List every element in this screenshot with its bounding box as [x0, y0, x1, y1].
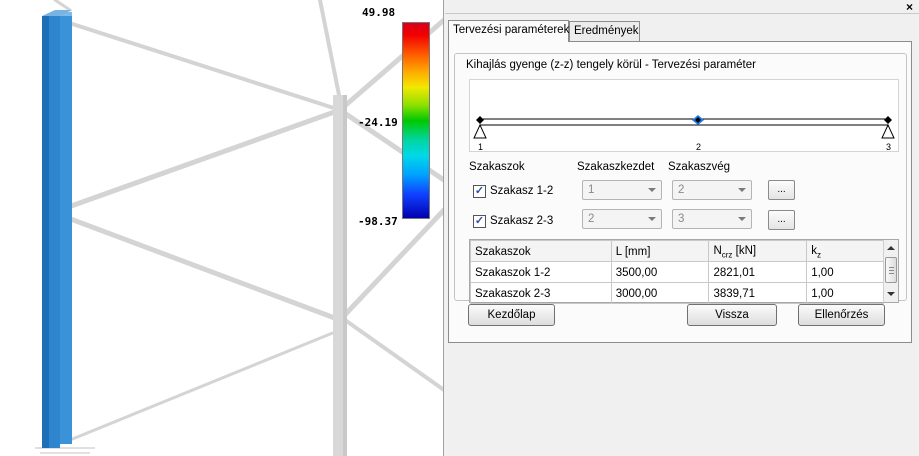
- segment-2-3-end-select[interactable]: 3: [672, 209, 752, 229]
- back-button[interactable]: Vissza: [687, 304, 777, 326]
- model-viewport[interactable]: 49.98 -24.19 -98.37: [0, 0, 444, 456]
- segment-1-2-end-select[interactable]: 2: [672, 180, 752, 200]
- legend-min-label: -98.37: [358, 215, 398, 228]
- design-parameters-panel: × Tervezési paraméterek Eredmények Kihaj…: [445, 0, 919, 456]
- column-header-kz: kz: [806, 240, 884, 262]
- beam-svg: [473, 115, 895, 139]
- scroll-down-icon[interactable]: [887, 292, 895, 296]
- chevron-down-icon: [648, 188, 656, 192]
- cell-kz[interactable]: 1,00: [806, 261, 884, 283]
- segments-table[interactable]: Szakaszok L [mm] Ncrz [kN] kz Szakaszok …: [469, 239, 899, 304]
- cell-length[interactable]: 3500,00: [610, 261, 710, 283]
- segment-1-2-browse-button[interactable]: ...: [768, 180, 795, 200]
- home-button[interactable]: Kezdőlap: [468, 304, 555, 326]
- cell-ncrz[interactable]: 3839,71: [708, 282, 808, 304]
- legend-max-label: 49.98: [362, 6, 396, 19]
- node-label-3: 3: [886, 142, 892, 152]
- table-scrollbar[interactable]: [883, 240, 898, 302]
- tab-design-parameters[interactable]: Tervezési paraméterek: [448, 20, 569, 42]
- cell-length[interactable]: 3000,00: [610, 282, 710, 304]
- legend-mid-label: -24.19: [358, 116, 398, 129]
- support-right-icon: [881, 123, 895, 139]
- table-row[interactable]: Szakaszok 1-2 3500,00 2821,01 1,00: [470, 261, 884, 283]
- group-title: Kihajlás gyenge (z-z) tengely körül - Te…: [464, 59, 758, 71]
- beam-diagram[interactable]: 1 2 3: [469, 79, 899, 152]
- panel-title-bar: ×: [445, 0, 919, 14]
- table-header-row: Szakaszok L [mm] Ncrz [kN] kz: [470, 240, 884, 262]
- segment-2-3-start-select[interactable]: 2: [582, 209, 662, 229]
- segment-1-2-start-select[interactable]: 1: [582, 180, 662, 200]
- node-label-2: 2: [696, 142, 702, 152]
- buckling-group: Kihajlás gyenge (z-z) tengely körül - Te…: [454, 53, 907, 304]
- segment-2-3-browse-button[interactable]: ...: [768, 210, 795, 230]
- column-header-segments: Szakaszok: [470, 240, 612, 262]
- chevron-down-icon: [738, 188, 746, 192]
- cell-kz[interactable]: 1,00: [806, 282, 884, 304]
- segment-start-header: Szakaszkezdet: [577, 161, 655, 173]
- column-header-ncrz: Ncrz [kN]: [708, 240, 808, 262]
- segment-2-3-label: Szakasz 2-3: [490, 215, 554, 227]
- segment-2-3-end-value: 3: [678, 213, 685, 225]
- segment-2-3-start-value: 2: [588, 213, 595, 225]
- segment-end-header: Szakaszvég: [668, 161, 731, 173]
- support-left-icon: [473, 123, 487, 139]
- segment-1-2-checkbox[interactable]: ✓: [473, 185, 486, 198]
- cell-segment[interactable]: Szakaszok 1-2: [470, 261, 612, 283]
- tab-content: Kihajlás gyenge (z-z) tengely körül - Te…: [448, 41, 912, 343]
- tab-results[interactable]: Eredmények: [569, 21, 640, 41]
- node-3-icon: [884, 116, 892, 124]
- node-1-icon: [476, 116, 484, 124]
- column-header-length: L [mm]: [610, 240, 710, 262]
- segments-header: Szakaszok: [469, 161, 525, 173]
- node-label-1: 1: [478, 142, 484, 152]
- chevron-down-icon: [648, 217, 656, 221]
- table-row[interactable]: Szakaszok 2-3 3000,00 3839,71 1,00: [470, 282, 884, 304]
- chevron-down-icon: [738, 217, 746, 221]
- scroll-up-icon[interactable]: [887, 246, 895, 250]
- color-scale-legend: [402, 22, 430, 219]
- scroll-thumb[interactable]: [885, 257, 897, 283]
- segment-2-3-checkbox[interactable]: ✓: [473, 215, 486, 228]
- segment-1-2-start-value: 1: [588, 184, 595, 196]
- segment-1-2-end-value: 2: [678, 184, 685, 196]
- cell-ncrz[interactable]: 2821,01: [708, 261, 808, 283]
- check-button[interactable]: Ellenőrzés: [798, 304, 885, 326]
- segment-1-2-label: Szakasz 1-2: [490, 185, 554, 197]
- structure-render: [35, 0, 443, 456]
- cell-segment[interactable]: Szakaszok 2-3: [470, 282, 612, 304]
- close-icon[interactable]: ×: [906, 0, 913, 14]
